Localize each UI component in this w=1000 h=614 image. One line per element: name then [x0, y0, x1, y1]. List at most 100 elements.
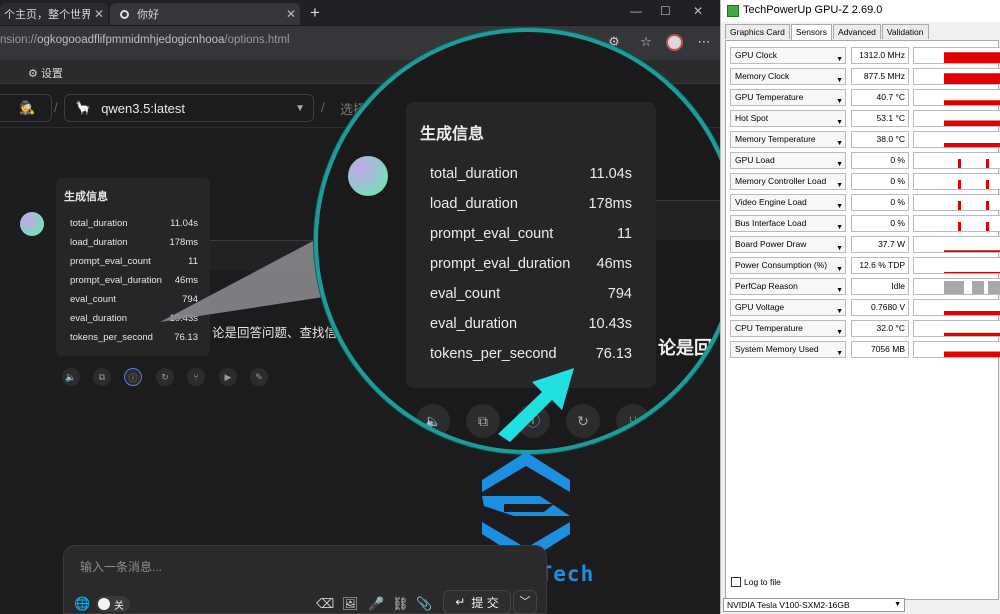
- sensor-name-dropdown[interactable]: Video Engine Load ▼: [730, 194, 846, 211]
- tab-graphics-card[interactable]: Graphics Card: [725, 24, 790, 39]
- tab-validation[interactable]: Validation: [881, 24, 929, 39]
- sensor-row: Bus Interface Load ▼ 0 %: [730, 215, 1000, 233]
- sensor-name-dropdown[interactable]: Bus Interface Load ▼: [730, 215, 846, 232]
- chevron-down-icon: ﹀: [519, 596, 531, 608]
- magnified-bubble: [656, 200, 720, 240]
- chevron-down-icon: ▼: [836, 350, 843, 357]
- sensor-name-dropdown[interactable]: System Memory Used ▼: [730, 341, 846, 358]
- gpuz-tabs: Graphics Card Sensors Advanced Validatio…: [725, 24, 930, 40]
- gpuz-title: TechPowerUp GPU-Z 2.69.0: [743, 4, 883, 16]
- chevron-down-icon: ▼: [836, 308, 843, 315]
- sensor-name-dropdown[interactable]: GPU Voltage ▼: [730, 299, 846, 316]
- graph-fill: [944, 52, 1000, 63]
- sensor-name-dropdown[interactable]: Memory Temperature ▼: [730, 131, 846, 148]
- sensor-value: 0 %: [851, 173, 909, 190]
- tab-sensors[interactable]: Sensors: [790, 24, 832, 40]
- submit-button[interactable]: ↵ 提 交: [443, 590, 511, 614]
- sensor-value: 38.0 °C: [851, 131, 909, 148]
- paperclip-icon[interactable]: 📎: [416, 596, 432, 612]
- checkbox[interactable]: [731, 577, 741, 587]
- sensor-name-dropdown[interactable]: GPU Temperature ▼: [730, 89, 846, 106]
- chevron-down-icon: ▼: [836, 224, 843, 231]
- log-to-file-label: Log to file: [744, 577, 781, 587]
- sensor-value: Idle: [851, 278, 909, 295]
- sensor-value: 0 %: [851, 215, 909, 232]
- message-input-placeholder: 输入一条消息...: [80, 560, 163, 574]
- sensor-value: 12.6 % TDP: [851, 257, 909, 274]
- chevron-down-icon: ▼: [836, 119, 843, 126]
- sensor-name-dropdown[interactable]: Power Consumption (%) ▼: [730, 257, 846, 274]
- info-key: prompt_eval_count: [430, 226, 554, 242]
- sensor-graph: [913, 194, 1000, 211]
- image-icon[interactable]: 🖼: [342, 596, 359, 612]
- magnified-info-row: eval_duration 10.43s: [430, 316, 632, 332]
- sensor-row: Video Engine Load ▼ 0 %: [730, 194, 1000, 212]
- gpu-select-value: NVIDIA Tesla V100-SXM2-16GB: [727, 600, 850, 610]
- graph-spike: [958, 222, 961, 231]
- sensor-value: 1312.0 MHz: [851, 47, 909, 64]
- sensor-row: Memory Clock ▼ 877.5 MHz: [730, 68, 1000, 86]
- sensor-value: 7056 MB: [851, 341, 909, 358]
- sensor-name-dropdown[interactable]: Memory Controller Load ▼: [730, 173, 846, 190]
- graph-spike: [986, 159, 989, 168]
- info-key: tokens_per_second: [430, 346, 557, 362]
- info-value: 178ms: [588, 196, 632, 212]
- sensor-name: Hot Spot: [735, 113, 769, 123]
- sensor-name-dropdown[interactable]: Board Power Draw ▼: [730, 236, 846, 253]
- submit-options-button[interactable]: ﹀: [513, 590, 537, 614]
- sensor-name: GPU Temperature: [735, 92, 804, 102]
- web-search-toggle[interactable]: 关: [96, 596, 130, 612]
- info-key: prompt_eval_duration: [430, 256, 571, 272]
- perfcap-bar: [988, 281, 1000, 294]
- magnified-speaker-icon: 🔈: [416, 404, 450, 438]
- microphone-icon[interactable]: 🎤: [368, 596, 384, 612]
- gpuz-app-icon: [727, 5, 739, 17]
- graph-spike: [958, 201, 961, 210]
- gpuz-window: TechPowerUp GPU-Z 2.69.0 Graphics Card S…: [720, 0, 1000, 614]
- globe-icon[interactable]: 🌐: [74, 596, 90, 612]
- sensor-graph: [913, 299, 1000, 316]
- sensor-graph: [913, 131, 1000, 148]
- sensor-value: 53.1 °C: [851, 110, 909, 127]
- eraser-icon[interactable]: ⌫: [316, 596, 334, 612]
- chevron-down-icon: ▼: [836, 245, 843, 252]
- enter-icon: ↵: [455, 595, 466, 609]
- submit-label: 提 交: [471, 595, 499, 610]
- graph-fill: [944, 73, 1000, 84]
- info-value: 76.13: [595, 346, 632, 362]
- sensor-graph: [913, 278, 1000, 295]
- info-key: load_duration: [430, 196, 518, 212]
- magnified-info-row: eval_count 794: [430, 286, 632, 302]
- sensor-name-dropdown[interactable]: Memory Clock ▼: [730, 68, 846, 85]
- chevron-down-icon: ▼: [836, 161, 843, 168]
- gpu-select[interactable]: NVIDIA Tesla V100-SXM2-16GB ▼: [723, 598, 905, 612]
- magnified-info-row: total_duration 11.04s: [430, 166, 632, 182]
- sensor-graph: [913, 68, 1000, 85]
- graph-fill: [944, 120, 1000, 126]
- sensor-row: PerfCap Reason ▼ Idle: [730, 278, 1000, 296]
- sensor-graph: [913, 341, 1000, 358]
- attachment-icon[interactable]: ⛓: [392, 596, 409, 612]
- sensor-row: Power Consumption (%) ▼ 12.6 % TDP: [730, 257, 1000, 275]
- arrow-icon: [498, 368, 574, 442]
- sensor-graph: [913, 47, 1000, 64]
- info-value: 10.43s: [588, 316, 632, 332]
- sensor-name-dropdown[interactable]: GPU Load ▼: [730, 152, 846, 169]
- tab-advanced[interactable]: Advanced: [833, 24, 881, 39]
- chevron-down-icon: ▼: [836, 329, 843, 336]
- sensor-name-dropdown[interactable]: GPU Clock ▼: [730, 47, 846, 64]
- log-to-file-checkbox[interactable]: Log to file: [731, 577, 781, 587]
- sensor-name-dropdown[interactable]: CPU Temperature ▼: [730, 320, 846, 337]
- info-value: 11.04s: [589, 166, 632, 182]
- graph-fill: [944, 250, 1000, 252]
- sensor-name: Bus Interface Load: [735, 218, 807, 228]
- graph-fill: [944, 143, 1000, 147]
- magnified-assistant-avatar: [348, 156, 388, 196]
- magnified-info-row: prompt_eval_duration 46ms: [430, 256, 632, 272]
- magnified-info-row: tokens_per_second 76.13: [430, 346, 632, 362]
- info-value: 46ms: [596, 256, 632, 272]
- sensor-name-dropdown[interactable]: PerfCap Reason ▼: [730, 278, 846, 295]
- magnified-generation-info: 生成信息 total_duration 11.04s load_duration 1…: [406, 102, 656, 388]
- sensor-name-dropdown[interactable]: Hot Spot ▼: [730, 110, 846, 127]
- sensor-value: 877.5 MHz: [851, 68, 909, 85]
